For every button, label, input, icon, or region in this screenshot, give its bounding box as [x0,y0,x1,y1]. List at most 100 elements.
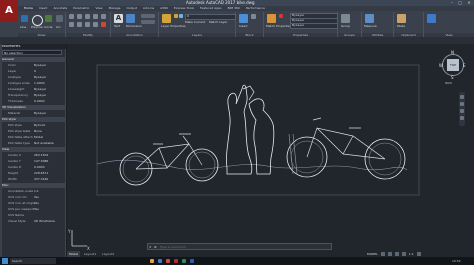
measure-icon[interactable] [365,14,374,23]
zoom-icon[interactable] [460,102,464,106]
panel-label-annotation[interactable]: Annotation [111,33,158,37]
property-value[interactable]: Not available [34,141,54,146]
fillet-icon[interactable] [69,22,74,27]
property-value[interactable]: ByLayer [34,111,46,116]
property-value[interactable]: Yes [34,201,39,206]
palette-grip[interactable] [0,44,2,257]
panel-label-layers[interactable]: Layers [159,33,235,37]
property-row[interactable]: Center Z 0.0000 [0,165,66,170]
create-block-icon[interactable] [251,14,256,19]
application-menu-button[interactable]: A [0,0,18,22]
polar-icon[interactable] [401,252,406,256]
chrome-icon[interactable] [166,259,170,263]
property-row[interactable]: Annotation scale 1:1 [0,189,66,194]
trim-icon[interactable] [85,14,90,19]
insert-block-icon[interactable] [239,14,248,23]
compass-e[interactable]: E [463,63,466,68]
stretch-icon[interactable] [77,22,82,27]
property-value[interactable]: 0 [34,69,36,74]
taskbar-search[interactable]: Search [10,258,56,264]
command-settings-icon[interactable]: ⚙ [154,245,158,249]
property-value[interactable]: None [34,129,42,134]
property-row[interactable]: Layer 0 [0,69,66,74]
arc-tool-icon[interactable] [56,15,63,22]
mirror-icon[interactable] [101,14,106,19]
property-value[interactable]: 2D Wireframe [34,219,55,224]
property-row[interactable]: Thickness 0.0000 [0,99,66,104]
property-value[interactable]: 263.1504 [34,153,48,158]
property-row[interactable]: UCS icon at origin Yes [0,201,66,206]
section-3d-visualization[interactable]: 3D Visualization [0,105,66,110]
property-row[interactable]: Center X 263.1504 [0,153,66,158]
snap-icon[interactable] [387,252,392,256]
property-value[interactable]: 0.0000 [34,99,45,104]
property-row[interactable]: Linetype ByLayer [0,75,66,80]
property-value[interactable]: ByLayer [34,93,46,98]
model-space-toggle[interactable]: MODEL [367,252,378,256]
viewcube[interactable]: TOP N S E W WCS [439,50,467,86]
polyline-tool-icon[interactable] [45,15,52,22]
property-value[interactable]: Yes [34,195,39,200]
layer-properties-icon[interactable] [162,14,171,23]
property-row[interactable]: UCS Name [0,213,66,218]
panel-label-properties[interactable]: Properties [264,33,337,37]
property-row[interactable]: Height 228.6571 [0,171,66,176]
section-general[interactable]: General [0,57,66,62]
property-row[interactable]: Transparency ByLayer [0,93,66,98]
property-row[interactable]: Linetype scale 1.0000 [0,81,66,86]
property-row[interactable]: Plot table attach Model [0,135,66,140]
property-value[interactable]: 1.0000 [34,81,45,86]
property-row[interactable]: UCS per viewport Yes [0,207,66,212]
panel-label-draw[interactable]: Draw [18,33,65,37]
property-row[interactable]: Color ByLayer [0,63,66,68]
panel-label-clipboard[interactable]: Clipboard [394,33,423,37]
table-icon[interactable] [141,20,155,24]
ucs-menu[interactable]: WCS [445,81,452,85]
compass-w[interactable]: W [439,63,443,68]
autocad-taskbar-icon[interactable] [174,259,178,263]
property-value[interactable]: ByLayer [34,75,46,80]
property-value[interactable]: 147.3086 [34,159,48,164]
panel-label-view[interactable]: View [424,33,474,37]
grid-icon[interactable] [380,252,385,256]
section-view[interactable]: View [0,147,66,152]
property-row[interactable]: Lineweight ByLayer [0,87,66,92]
paste-icon[interactable] [397,14,406,23]
panel-label-utilities[interactable]: Utilities [362,33,393,37]
panel-label-groups[interactable]: Groups [338,33,361,37]
file-explorer-icon[interactable] [150,259,154,263]
copy-icon[interactable] [93,14,98,19]
panel-label-block[interactable]: Block [236,33,263,37]
pan-icon[interactable] [460,95,464,99]
property-value[interactable]: 1:1 [34,189,39,194]
property-row[interactable]: Plot style table None [0,129,66,134]
leader-icon[interactable] [141,14,155,18]
property-row[interactable]: Plot style ByColor [0,123,66,128]
command-input[interactable] [160,244,328,249]
property-value[interactable]: ByLayer [34,63,46,68]
section-misc[interactable]: Misc [0,183,66,188]
annotation-scale[interactable]: 1:1 [409,252,414,256]
match-layer-label[interactable]: Match Layer [209,21,227,24]
make-current-label[interactable]: Make Current [185,21,205,24]
property-value[interactable]: 437.3160 [34,177,48,182]
rotate-icon[interactable] [77,14,82,19]
orbit-icon[interactable] [460,109,464,113]
object-type-select[interactable]: No selection [2,50,62,55]
compass-s[interactable]: S [451,75,454,80]
text-tool-icon[interactable]: A [114,14,123,23]
line-tool-icon[interactable] [21,15,28,22]
property-value[interactable]: ByLayer [34,87,46,92]
close-command-icon[interactable]: ✕ [149,245,153,249]
property-row[interactable]: Visual Style 2D Wireframe [0,219,66,224]
viewcube-face[interactable]: TOP [447,59,459,71]
excel-icon[interactable] [182,259,186,263]
property-row[interactable]: Center Y 147.3086 [0,159,66,164]
dimension-tool-icon[interactable] [126,14,135,23]
workspace-gear-icon[interactable] [416,252,421,256]
scale-icon[interactable] [85,22,90,27]
array-icon[interactable] [93,22,98,27]
panel-label-modify[interactable]: Modify [66,33,110,37]
property-row[interactable]: UCS icon On Yes [0,195,66,200]
layer-state-icon[interactable] [174,14,178,18]
